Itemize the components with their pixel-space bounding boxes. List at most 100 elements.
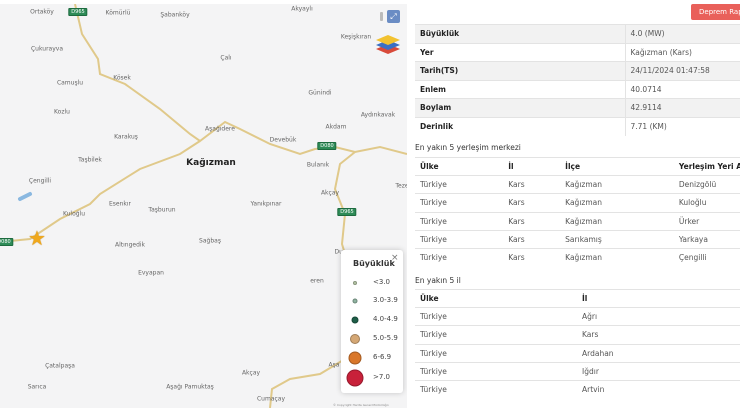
table-cell: Kuloğlu <box>673 193 740 213</box>
column-header: İl <box>503 156 561 176</box>
magnitude-legend: Büyüklük × <3.0 3.0-3.9 4.0-4.9 5.0-5.9 6-6.… <box>341 250 403 393</box>
magnitude-dot <box>351 316 359 324</box>
table-row: Türkiye Kars Sarıkamış Yarkaya <box>415 229 740 249</box>
map[interactable]: Ortaköy Kömürlü Şabanköy Akyaylı Çukurayva Ke… <box>0 4 407 408</box>
place-label: Aşağıdere <box>205 125 235 133</box>
provinces-title: En yakın 5 il <box>415 276 461 285</box>
table-cell: Çengilli <box>673 247 740 267</box>
legend-label: 6-6.9 <box>373 353 392 361</box>
place-label: Kuloğlu <box>62 210 86 218</box>
info-value: Kağızman (Kars) <box>624 42 740 62</box>
info-key: Büyüklük <box>415 24 625 43</box>
place-label: Kömürlü <box>105 9 131 17</box>
place-label: Devebük <box>269 136 297 144</box>
place-label: Çengilli <box>28 177 52 185</box>
legend-item: <3.0 <box>341 274 403 292</box>
info-key: Yer <box>415 42 625 62</box>
place-label: Camuşlu <box>56 79 84 87</box>
table-row: Türkiye Kars Kağızman Ürker <box>415 211 740 231</box>
place-label: Sağbaş <box>199 237 221 245</box>
place-label: Keşişkıran <box>340 33 372 41</box>
copyright: © Copyright Harita Genel Müdürlüğü <box>333 403 389 407</box>
place-label: Çalı <box>220 54 232 62</box>
info-value: 42.9114 <box>624 98 740 117</box>
place-label: Evyapan <box>138 269 164 277</box>
legend-label: 5.0-5.9 <box>373 334 398 342</box>
info-key: Derinlik <box>415 116 625 136</box>
info-row: Yer Kağızman (Kars) <box>415 42 740 62</box>
place-label: Kağızman <box>186 158 236 168</box>
place-label: Ortaköy <box>30 8 54 16</box>
table-cell: Ardahan <box>577 343 740 363</box>
info-row: Tarih(TS) 24/11/2024 01:47:58 <box>415 61 740 80</box>
table-cell: Türkiye <box>415 175 504 194</box>
table-cell: Kars <box>503 193 561 213</box>
detail-panel: Deprem Raporu Büyüklük4.0 (MW)YerKağızma… <box>410 0 740 420</box>
earthquake-report-button[interactable]: Deprem Raporu <box>691 4 740 20</box>
place-label: Aşağı Pamuktaş <box>166 383 214 391</box>
place-label: Cumaçay <box>256 395 286 403</box>
layers-icon[interactable] <box>376 34 400 56</box>
magnitude-dot <box>352 298 358 304</box>
place-label: Akyaylı <box>291 5 313 13</box>
place-label: Taşburun <box>148 206 176 214</box>
place-label: Günindi <box>308 89 332 97</box>
column-header: İl <box>577 288 740 308</box>
table-cell: Kağızman <box>560 247 674 267</box>
close-icon[interactable]: × <box>391 253 399 263</box>
magnitude-dot <box>348 351 362 365</box>
place-label: Karakuş <box>114 133 138 141</box>
table-cell: Ürker <box>673 211 740 231</box>
table-cell: Kars <box>503 175 561 194</box>
table-cell: Türkiye <box>415 307 577 326</box>
table-cell: Kağızman <box>560 175 674 194</box>
table-cell: Türkiye <box>415 211 504 231</box>
legend-item: 3.0-3.9 <box>341 292 403 310</box>
table-cell: Yarkaya <box>673 229 740 249</box>
table-row: Türkiye Kars Kağızman Denizgölü <box>415 175 740 194</box>
table-cell: Türkiye <box>415 379 577 399</box>
table-cell: Türkiye <box>415 325 577 345</box>
legend-label: <3.0 <box>373 278 390 286</box>
legend-item: 6-6.9 <box>341 349 403 367</box>
place-label: Sarıca <box>27 383 47 391</box>
column-header: Ülke <box>415 288 577 308</box>
table-cell: Artvin <box>577 379 740 399</box>
place-label: Kösek <box>113 74 131 82</box>
info-key: Enlem <box>415 79 625 99</box>
legend-label: >7.0 <box>373 373 390 381</box>
place-label: Yanıkpınar <box>250 200 282 208</box>
place-label: Taşbilek <box>78 156 102 164</box>
settlements-title: En yakın 5 yerleşim merkezi <box>415 143 521 152</box>
road-badge: D080 <box>0 238 14 246</box>
table-cell: Kağızman <box>560 193 674 213</box>
place-label: Aydınkavak <box>360 111 396 119</box>
place-label: Bulanık <box>306 161 330 169</box>
info-key: Tarih(TS) <box>415 61 625 80</box>
magnitude-dot <box>346 369 364 387</box>
info-row: Büyüklük 4.0 (MW) <box>415 24 740 43</box>
star-icon[interactable]: ★ <box>28 228 46 248</box>
drag-handle[interactable] <box>380 12 383 21</box>
table-cell: Kars <box>503 229 561 249</box>
table-cell: Türkiye <box>415 343 577 363</box>
table-row: Türkiye Ağrı <box>415 307 740 326</box>
table-row: Türkiye Kars <box>415 325 740 345</box>
place-label: Esenkır <box>108 200 132 208</box>
magnitude-dot <box>350 334 360 344</box>
provinces-table: Ülke İl Türkiye Ağrı Türkiye Kars Türkiye Ardah… <box>415 288 740 399</box>
place-label: Altıngedik <box>114 241 146 249</box>
info-value: 4.0 (MW) <box>624 24 740 43</box>
place-label: Çatalpaşa <box>45 362 75 370</box>
expand-icon[interactable]: ⤢ <box>387 10 400 23</box>
place-label: Kozlu <box>54 108 70 116</box>
table-cell: Türkiye <box>415 361 577 381</box>
table-cell: Kağızman <box>560 211 674 231</box>
table-cell: Ağrı <box>577 307 740 326</box>
place-label: Çukurayva <box>30 45 64 53</box>
column-header: Ülke <box>415 156 504 176</box>
magnitude-dot <box>353 281 357 285</box>
place-label: Şabanköy <box>160 11 190 19</box>
settlements-table: ÜlkeİlİlçeYerleşim Yeri AdıTürkiyeKarsKa… <box>415 156 740 267</box>
info-row: Boylam 42.9114 <box>415 98 740 117</box>
